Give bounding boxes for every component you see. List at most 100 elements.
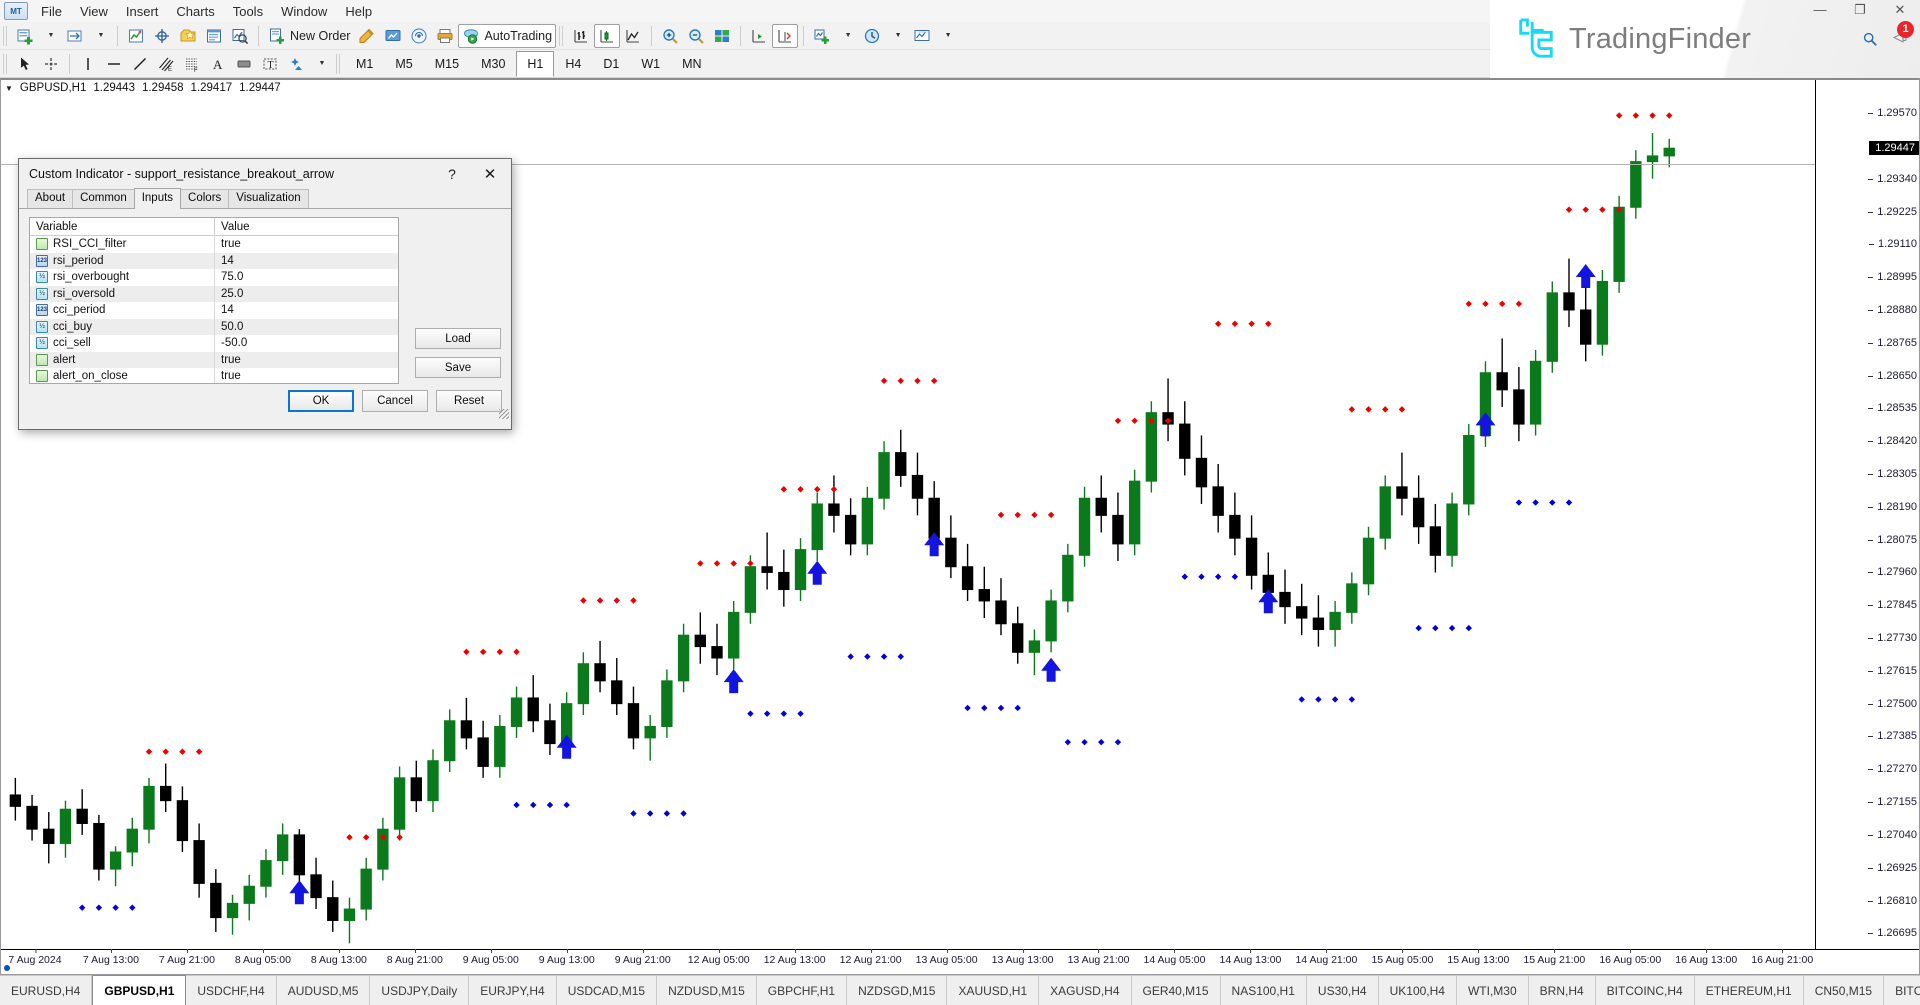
channel-icon[interactable]: E (153, 52, 179, 76)
bar-chart-icon[interactable] (568, 24, 594, 48)
input-value[interactable]: 75.0 (214, 269, 398, 286)
timeframe-d1[interactable]: D1 (592, 51, 630, 77)
line-chart-icon[interactable] (620, 24, 646, 48)
input-value[interactable]: true (214, 368, 398, 384)
zoom-in-icon[interactable] (657, 24, 683, 48)
input-row[interactable]: alert_on_closetrue (30, 368, 398, 384)
input-row[interactable]: 123cci_period14 (30, 302, 398, 319)
strategy-tester-icon[interactable] (227, 24, 253, 48)
symbol-tab[interactable]: UK100,H4 (1379, 976, 1457, 1005)
timeframe-h1[interactable]: H1 (516, 51, 554, 77)
rectangle-icon[interactable] (231, 52, 257, 76)
candlestick-chart-icon[interactable] (594, 24, 620, 48)
cancel-button[interactable]: Cancel (362, 390, 428, 412)
timeframe-m15[interactable]: M15 (424, 51, 470, 77)
input-row[interactable]: 123rsi_period14 (30, 253, 398, 270)
input-value[interactable]: 14 (214, 253, 398, 270)
print-icon[interactable] (432, 24, 458, 48)
symbol-tab[interactable]: BRN,H4 (1529, 976, 1596, 1005)
symbol-tab[interactable]: USDCHF,H4 (186, 976, 276, 1005)
auto-scroll-icon[interactable] (772, 24, 798, 48)
templates-icon[interactable] (909, 24, 935, 48)
chart-menu-caret-icon[interactable]: ▼ (5, 84, 13, 93)
metaeditor-icon[interactable] (354, 24, 380, 48)
reset-button[interactable]: Reset (436, 390, 502, 412)
input-row[interactable]: RSI_CCI_filtertrue (30, 236, 398, 253)
input-row[interactable]: alerttrue (30, 352, 398, 369)
tab-common[interactable]: Common (72, 189, 135, 208)
notifications-area[interactable]: 1 (1892, 28, 1910, 49)
symbol-tab[interactable]: NAS100,H1 (1221, 976, 1307, 1005)
symbol-tab[interactable]: GBPUSD,H1 (92, 975, 186, 1005)
input-row[interactable]: ½rsi_overbought75.0 (30, 269, 398, 286)
mql5-community-icon[interactable] (380, 24, 406, 48)
periods-icon[interactable] (859, 24, 885, 48)
chart-toolbar-grip[interactable] (559, 26, 565, 46)
search-icon[interactable] (1862, 31, 1878, 47)
tab-inputs[interactable]: Inputs (134, 188, 181, 209)
timeframe-m5[interactable]: M5 (384, 51, 423, 77)
templates-dropdown[interactable]: ▼ (935, 24, 959, 48)
timeframe-w1[interactable]: W1 (630, 51, 671, 77)
symbol-tab[interactable]: WTI,M30 (1457, 976, 1529, 1005)
symbol-tab[interactable]: XAGUSD,H4 (1039, 976, 1131, 1005)
dialog-title-bar[interactable]: Custom Indicator - support_resistance_br… (19, 159, 511, 189)
help-button[interactable]: ? (435, 160, 469, 189)
menu-item-help[interactable]: Help (336, 1, 381, 22)
line-toolbar-grip[interactable] (3, 54, 9, 74)
cursor-icon[interactable] (12, 52, 38, 76)
input-value[interactable]: 50.0 (214, 319, 398, 336)
symbol-tab[interactable]: BITCOIN,H1 (1884, 976, 1920, 1005)
symbol-tab[interactable]: EURUSD,H4 (0, 976, 92, 1005)
navigator-icon[interactable] (175, 24, 201, 48)
menu-item-window[interactable]: Window (272, 1, 336, 22)
input-value[interactable]: 25.0 (214, 286, 398, 303)
input-value[interactable]: -50.0 (214, 335, 398, 352)
data-window-icon[interactable] (149, 24, 175, 48)
input-value[interactable]: true (214, 352, 398, 369)
input-value[interactable]: true (214, 236, 398, 253)
timeframe-h4[interactable]: H4 (554, 51, 592, 77)
crosshair-icon[interactable] (38, 52, 64, 76)
symbol-tab[interactable]: NZDSGD,M15 (847, 976, 947, 1005)
save-button[interactable]: Save (415, 357, 501, 378)
terminal-icon[interactable] (201, 24, 227, 48)
menu-item-charts[interactable]: Charts (167, 1, 223, 22)
horizontal-line-icon[interactable] (101, 52, 127, 76)
symbol-tab[interactable]: AUDUSD,M5 (277, 976, 371, 1005)
close-icon[interactable]: ✕ (469, 160, 511, 189)
new-order-button[interactable]: New Order (264, 24, 354, 48)
text-label-icon[interactable]: A (205, 52, 231, 76)
indicators-icon[interactable] (809, 24, 835, 48)
symbol-tab[interactable]: ETHEREUM,H1 (1695, 976, 1804, 1005)
menu-item-tools[interactable]: Tools (224, 1, 272, 22)
tab-colors[interactable]: Colors (180, 189, 229, 208)
custom-indicator-dialog[interactable]: Custom Indicator - support_resistance_br… (18, 158, 512, 430)
autotrading-button[interactable]: AutoTrading (458, 24, 556, 48)
timeframe-mn[interactable]: MN (671, 51, 712, 77)
new-chart-dropdown[interactable]: ▼ (38, 24, 62, 48)
timeframe-m30[interactable]: M30 (470, 51, 516, 77)
load-button[interactable]: Load (415, 328, 501, 349)
ok-button[interactable]: OK (288, 390, 354, 412)
tile-windows-icon[interactable] (709, 24, 735, 48)
input-row[interactable]: ½rsi_oversold25.0 (30, 286, 398, 303)
fibonacci-icon[interactable]: F (179, 52, 205, 76)
symbol-tab[interactable]: NZDUSD,M15 (657, 976, 757, 1005)
periods-dropdown[interactable]: ▼ (885, 24, 909, 48)
symbol-tab[interactable]: US30,H4 (1307, 976, 1379, 1005)
market-watch-icon[interactable] (123, 24, 149, 48)
symbol-tab[interactable]: USDJPY,Daily (370, 976, 469, 1005)
tab-visualization[interactable]: Visualization (228, 189, 308, 208)
close-button[interactable]: ✕ (1888, 2, 1912, 18)
timeframe-m1[interactable]: M1 (345, 51, 384, 77)
symbol-tab[interactable]: BITCOINC,H4 (1596, 976, 1695, 1005)
signals-icon[interactable] (406, 24, 432, 48)
dialog-resize-grip[interactable] (499, 409, 509, 419)
input-value[interactable]: 14 (214, 302, 398, 319)
symbol-tab[interactable]: CN50,M15 (1804, 976, 1884, 1005)
profiles-icon[interactable] (62, 24, 88, 48)
shift-end-icon[interactable] (746, 24, 772, 48)
inputs-grid[interactable]: Variable Value RSI_CCI_filtertrue123rsi_… (29, 217, 399, 384)
symbol-tab[interactable]: USDCAD,M15 (557, 976, 657, 1005)
